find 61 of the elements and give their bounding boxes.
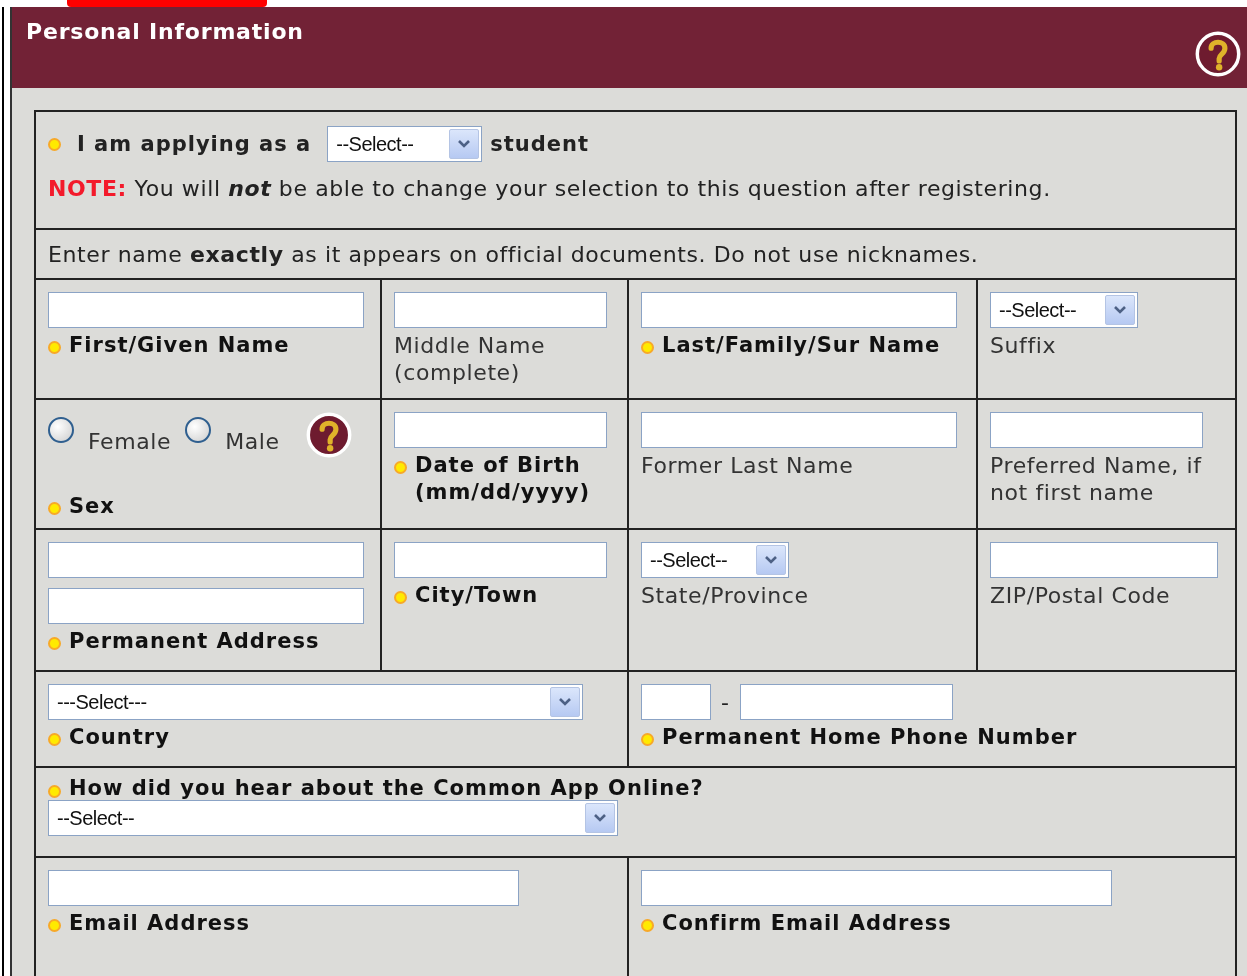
required-dot-icon [641,733,654,746]
section-title: Personal Information [26,19,304,44]
text-field[interactable] [48,588,364,624]
field-label: City/Town [415,582,539,609]
required-dot-icon [48,341,61,354]
help-icon[interactable] [305,412,352,458]
radio-button[interactable] [48,416,74,443]
required-dot-icon [48,137,61,151]
field-label: Preferred Name, if not first name [990,452,1203,506]
field-label: ZIP/Postal Code [990,582,1171,609]
dropdown[interactable]: --Select-- [990,292,1138,328]
text-field[interactable] [990,412,1203,448]
text-field[interactable] [990,542,1218,578]
text-field[interactable] [394,292,607,328]
field-label: Last/Family/Sur Name [662,332,941,359]
required-dot-icon [48,637,61,650]
required-dot-icon [48,502,61,515]
required-dot-icon [48,733,61,746]
required-dot-icon [641,341,654,354]
field-label: Email Address [69,910,251,937]
text-field[interactable] [48,870,519,906]
question-label: I am applying as a [77,132,312,156]
text-field[interactable] [641,870,1112,906]
text-field[interactable] [394,542,607,578]
dropdown[interactable]: ---Select--- [48,684,583,720]
required-dot-icon [48,919,61,932]
field-label: Permanent Address [69,628,320,655]
radio-button[interactable] [185,416,212,443]
radio-option[interactable]: Male [185,416,280,454]
dropdown[interactable]: --Select-- [327,126,483,162]
field-label: Country [69,724,170,751]
instruction-text: Enter name exactly as it appears on official documents. Do not use nicknames. [48,242,979,267]
text-field[interactable] [394,412,607,448]
field-label: Suffix [990,332,1057,359]
question-suffix: student [490,132,590,156]
field-label: First/Given Name [69,332,290,359]
text-field[interactable] [739,684,953,720]
required-dot-icon [394,461,407,474]
field-label: State/Province [641,582,809,609]
text-field[interactable] [48,542,364,578]
text-field[interactable] [641,684,711,720]
help-icon[interactable] [1195,31,1241,77]
note-text: You will not be able to change your selection to this question after registering. [133,176,1051,201]
field-label: Sex [69,493,115,520]
text-field[interactable] [641,412,957,448]
field-label: Date of Birth (mm/dd/yyyy) [415,452,592,506]
field-label: Middle Name (complete) [394,332,547,386]
dropdown[interactable]: --Select-- [48,800,618,836]
dropdown[interactable]: --Select-- [641,542,789,578]
note-label: NOTE: [48,176,127,201]
text-field[interactable] [48,292,364,328]
field-label: Permanent Home Phone Number [662,724,1078,751]
text-field[interactable] [641,292,957,328]
field-label: Former Last Name [641,452,854,479]
radio-option[interactable]: Female [48,416,172,454]
field-label: How did you hear about the Common App Online? [69,776,704,800]
field-label: Confirm Email Address [662,910,952,937]
required-dot-icon [48,785,61,798]
phone-separator: - [721,689,730,715]
required-dot-icon [394,591,407,604]
required-dot-icon [641,919,654,932]
